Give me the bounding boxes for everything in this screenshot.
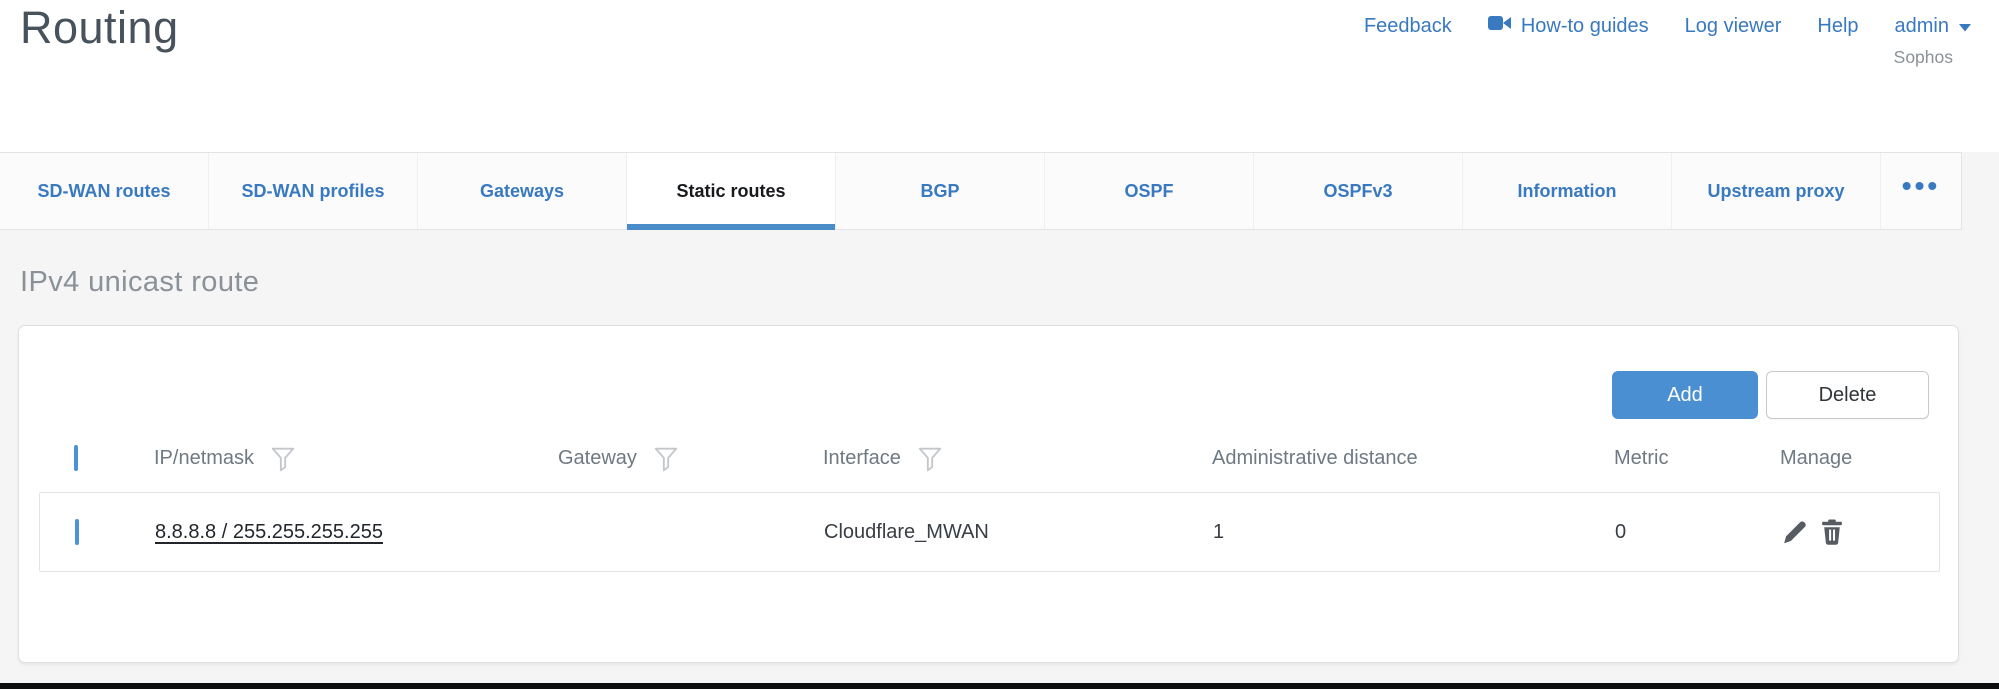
tab-information[interactable]: Information <box>1463 153 1672 229</box>
tab-gateways[interactable]: Gateways <box>418 153 627 229</box>
filter-funnel-icon[interactable] <box>270 446 296 473</box>
filter-funnel-icon[interactable] <box>653 446 679 473</box>
page-header: Routing Feedback How-to guides Log viewe… <box>0 0 1999 152</box>
column-header-manage: Manage <box>1780 447 1938 470</box>
table-toolbar: Add Delete <box>1612 371 1929 419</box>
column-header-admin-distance: Administrative distance <box>1212 447 1614 470</box>
help-link[interactable]: Help <box>1817 15 1858 38</box>
table-header-row: IP/netmask Gateway Interface Administrat… <box>74 438 1938 478</box>
page-title: Routing <box>20 2 179 54</box>
tab-sdwan-profiles[interactable]: SD-WAN profiles <box>209 153 418 229</box>
column-header-metric: Metric <box>1614 447 1780 470</box>
pencil-icon[interactable] <box>1781 519 1808 546</box>
tab-upstream-proxy[interactable]: Upstream proxy <box>1672 153 1881 229</box>
route-ip-netmask-link[interactable]: 8.8.8.8 / 255.255.255.255 <box>155 521 383 543</box>
log-viewer-link[interactable]: Log viewer <box>1685 15 1782 38</box>
tab-sdwan-routes[interactable]: SD-WAN routes <box>0 153 209 229</box>
add-button[interactable]: Add <box>1612 371 1758 419</box>
feedback-link[interactable]: Feedback <box>1364 15 1452 38</box>
trash-icon[interactable] <box>1819 519 1845 546</box>
tab-bgp[interactable]: BGP <box>836 153 1045 229</box>
ipv4-unicast-route-card: Add Delete IP/netmask Gateway Interface <box>18 325 1959 663</box>
tab-ospf[interactable]: OSPF <box>1045 153 1254 229</box>
routing-tabbar: SD-WAN routes SD-WAN profiles Gateways S… <box>0 152 1962 230</box>
top-navigation: Feedback How-to guides Log viewer Help a… <box>1364 14 1972 38</box>
tab-overflow-ellipsis[interactable]: ••• <box>1881 153 1961 229</box>
column-header-ip-netmask: IP/netmask <box>154 444 558 473</box>
table-row: 8.8.8.8 / 255.255.255.255 Cloudflare_MWA… <box>39 492 1940 572</box>
column-header-gateway: Gateway <box>558 444 823 473</box>
column-header-interface: Interface <box>823 444 1212 473</box>
howto-guides-link[interactable]: How-to guides <box>1488 14 1649 38</box>
admin-user-menu[interactable]: admin <box>1895 15 1972 38</box>
window-bottom-edge <box>0 683 1999 689</box>
chevron-down-icon <box>1958 15 1972 38</box>
filter-funnel-icon[interactable] <box>917 446 943 473</box>
route-interface-value: Cloudflare_MWAN <box>824 521 1213 544</box>
select-all-checkbox[interactable] <box>74 445 78 471</box>
row-checkbox[interactable] <box>75 519 79 545</box>
delete-button[interactable]: Delete <box>1766 371 1929 419</box>
tab-ospfv3[interactable]: OSPFv3 <box>1254 153 1463 229</box>
tab-static-routes[interactable]: Static routes <box>627 153 836 229</box>
video-camera-icon <box>1488 14 1512 38</box>
section-heading: IPv4 unicast route <box>20 266 259 299</box>
route-metric-value: 0 <box>1615 521 1781 544</box>
account-name: Sophos <box>1894 47 1953 68</box>
route-manage-cell <box>1781 519 1939 546</box>
route-admin-distance-value: 1 <box>1213 521 1615 544</box>
routing-page: Routing Feedback How-to guides Log viewe… <box>0 0 1999 689</box>
